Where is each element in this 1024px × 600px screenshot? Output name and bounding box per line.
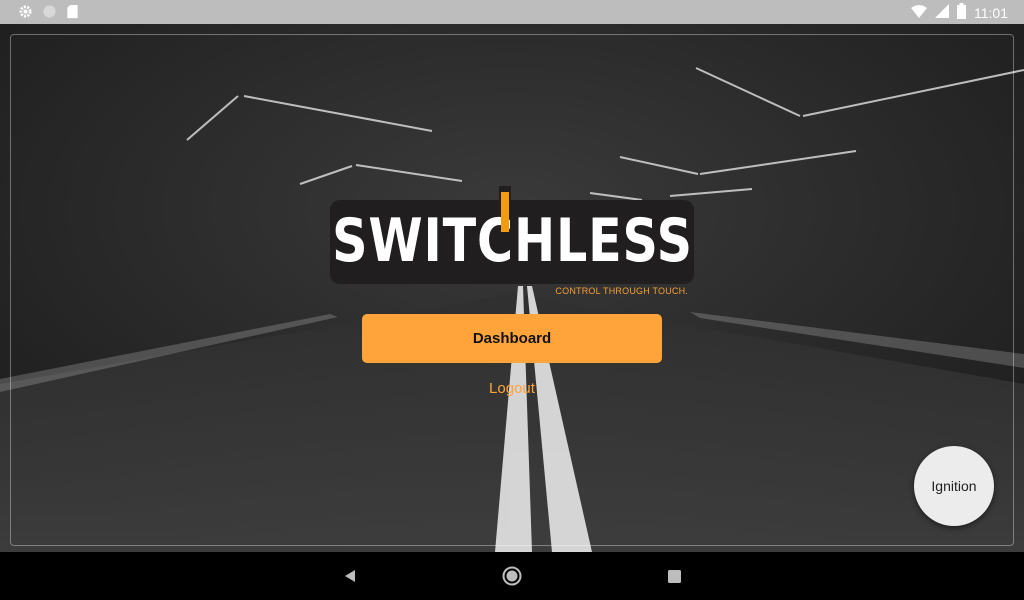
back-icon[interactable]	[338, 564, 362, 588]
sd-card-icon	[66, 4, 79, 24]
ignition-button[interactable]: Ignition	[914, 446, 994, 526]
logout-link[interactable]: Logout	[462, 378, 562, 400]
app-screen: SWITCHLESS CONTROL THROUGH TOUCH. Dashbo…	[0, 24, 1024, 552]
status-bar: 11:01	[0, 0, 1024, 24]
circle-icon	[42, 4, 57, 24]
status-right-icons: 11:01	[911, 3, 1008, 22]
status-time: 11:01	[974, 4, 1008, 21]
signal-icon	[935, 4, 949, 21]
home-icon[interactable]	[500, 564, 524, 588]
dashboard-button[interactable]: Dashboard	[362, 314, 662, 363]
navigation-bar	[0, 552, 1024, 600]
gear-icon	[18, 4, 33, 24]
logo-switch-bar	[501, 192, 509, 232]
switchless-logo: SWITCHLESS CONTROL THROUGH TOUCH.	[330, 186, 694, 296]
wifi-icon	[911, 4, 927, 21]
recents-icon[interactable]	[662, 564, 686, 588]
logo-tagline: CONTROL THROUGH TOUCH.	[555, 286, 688, 296]
battery-icon	[957, 3, 966, 22]
status-left-icons	[18, 4, 79, 24]
road-background	[0, 24, 1024, 552]
logo-wordmark: SWITCHLESS	[332, 206, 693, 276]
